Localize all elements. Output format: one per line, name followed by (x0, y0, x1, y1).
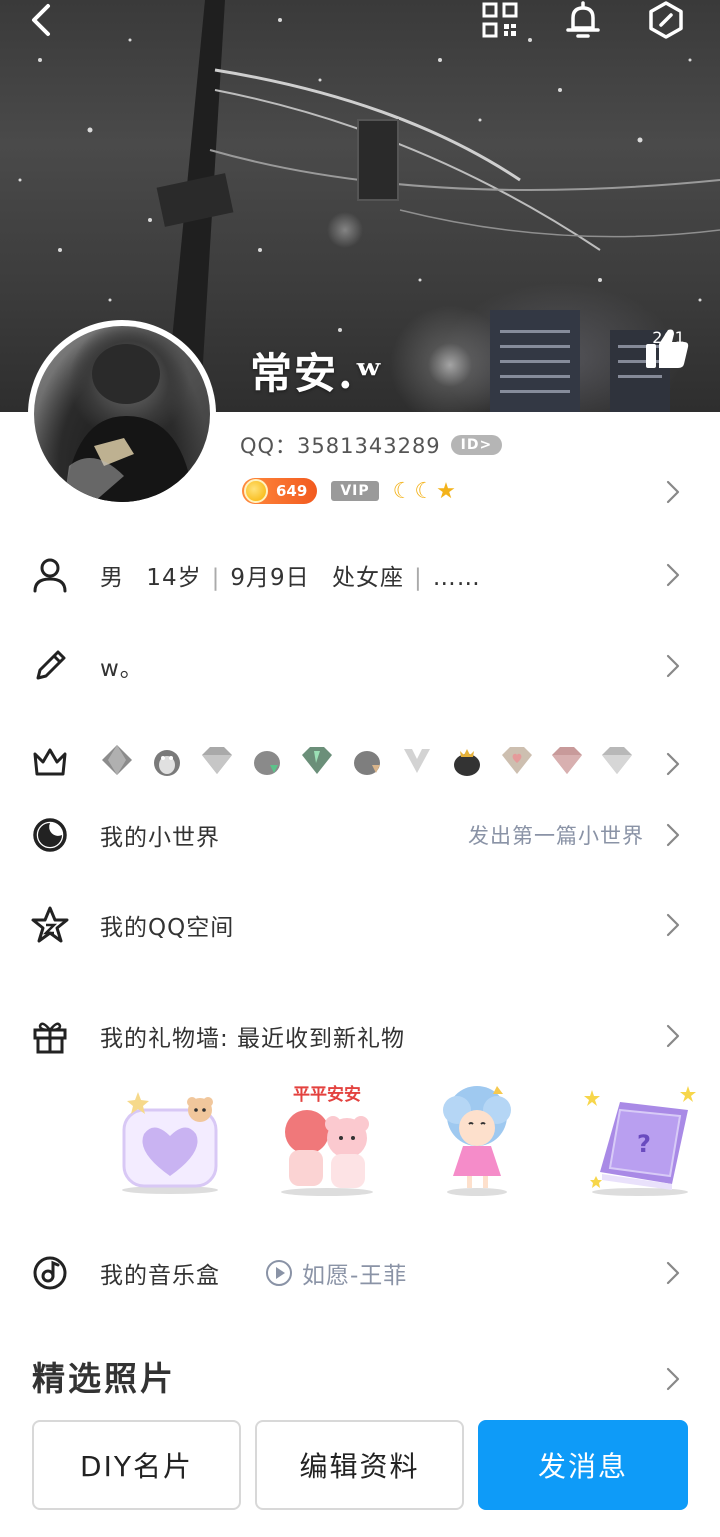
basic-info-row[interactable]: 男 14岁 | 9月9日 处女座 |…… (0, 545, 720, 605)
zodiac: 处女座 (331, 565, 404, 591)
gender: 男 (100, 565, 124, 591)
basic-info: 男 14岁 | 9月9日 处女座 |…… (100, 565, 481, 591)
music-disc-icon (33, 1256, 67, 1290)
gift-wall-row[interactable]: 我的礼物墙: 最近收到新礼物 (0, 1006, 720, 1066)
svg-text:?: ? (637, 1130, 651, 1158)
avatar-photo (64, 344, 194, 502)
gift-blue-hair-girl[interactable] (423, 1080, 543, 1200)
chevron-right-icon (666, 1261, 680, 1285)
penguin-honor-icon (154, 750, 180, 776)
send-message-button[interactable]: 发消息 (478, 1420, 688, 1510)
gray-gem-penguin-honor-icon (354, 751, 380, 775)
chevron-right-icon (666, 1024, 680, 1048)
qzone-row[interactable]: 我的QQ空间 (0, 895, 720, 955)
qr-code-icon[interactable] (480, 0, 520, 40)
chevron-right-icon (666, 654, 680, 678)
signature: w。 (100, 656, 144, 682)
music-box-row[interactable]: 我的音乐盒 如愿-王菲 (0, 1243, 720, 1303)
avatar[interactable] (28, 320, 216, 508)
diamond-honor-icon (202, 747, 232, 774)
pink-diamond-honor-icon (552, 747, 582, 774)
small-world-row[interactable]: 我的小世界 发出第一篇小世界 (0, 805, 720, 865)
crown-icon (33, 748, 67, 776)
play-circle-icon (266, 1260, 292, 1286)
more-info: …… (432, 565, 481, 591)
moon-icon: ☾ (392, 478, 413, 504)
signature-row[interactable]: w。 (0, 636, 720, 696)
coin-icon (244, 479, 268, 503)
penguin-green-gem-honor-icon (254, 751, 280, 775)
music-box-label: 我的音乐盒 (100, 1263, 220, 1289)
chevron-right-icon (666, 563, 680, 587)
qzone-label: 我的QQ空间 (100, 915, 235, 941)
chevron-right-icon (666, 752, 680, 776)
pencil-icon (36, 650, 66, 680)
gift-icon (33, 1022, 67, 1054)
id-badge[interactable]: ID> (450, 435, 503, 455)
like-button[interactable]: 261 (644, 326, 694, 368)
small-world-icon (33, 818, 67, 852)
green-diamond-honor-icon (302, 747, 332, 774)
featured-photos-title[interactable]: 精选照片 (32, 1352, 176, 1400)
chevron-right-icon[interactable] (666, 480, 680, 504)
qq-number-line[interactable]: QQ：3581343289 ID> (240, 430, 503, 460)
silver-diamond-honor-icon (602, 747, 632, 774)
diy-card-button[interactable]: DIY名片 (32, 1420, 241, 1510)
moon-icon: ☾ (414, 478, 435, 504)
music-song-link[interactable]: 如愿-王菲 (264, 1256, 407, 1290)
birthday: 9月9日 (230, 565, 310, 591)
coin-value: 649 (276, 482, 308, 500)
gray-gem-honor-icon (102, 745, 132, 775)
pink-heart-diamond-honor-icon (502, 747, 532, 774)
qzone-star-icon (31, 906, 69, 943)
honors-row[interactable] (0, 730, 720, 790)
settings-hexagon-icon[interactable] (646, 0, 686, 40)
vip-badge[interactable]: VIP (331, 481, 379, 501)
bell-icon[interactable] (563, 0, 603, 40)
qq-number: QQ：3581343289 (240, 434, 441, 458)
honor-icons (98, 741, 636, 779)
gift-pingping-anan[interactable]: 平平安安 (267, 1080, 387, 1200)
white-v-honor-icon (404, 749, 430, 773)
music-song-name: 如愿-王菲 (302, 1263, 408, 1289)
person-icon (33, 558, 67, 593)
nickname: 常安.ʷ (250, 349, 385, 398)
coin-badge[interactable]: 649 (242, 478, 318, 504)
thumbs-up-icon (646, 329, 689, 368)
gift-heart-pillow-bear[interactable] (110, 1080, 230, 1200)
gift-purple-book[interactable]: ? (580, 1080, 700, 1200)
gift-pingping-text: 平平安安 (293, 1084, 361, 1105)
gift-list: 平平安安 ? (110, 1080, 700, 1200)
back-arrow-icon[interactable] (22, 0, 62, 40)
gift-wall-label: 我的礼物墙: 最近收到新礼物 (100, 1026, 406, 1052)
age: 14岁 (146, 565, 202, 591)
level-icons[interactable]: ☾ ☾ ★ (393, 479, 456, 504)
edit-profile-button[interactable]: 编辑资料 (255, 1420, 464, 1510)
small-world-hint: 发出第一篇小世界 (468, 824, 644, 848)
chevron-right-icon (666, 823, 680, 847)
crowned-penguin-honor-icon (454, 749, 480, 776)
chevron-right-icon (666, 913, 680, 937)
star-icon: ★ (436, 478, 456, 504)
badge-row[interactable]: 649 VIP ☾ ☾ ★ (242, 478, 456, 504)
small-world-label: 我的小世界 (100, 825, 220, 851)
chevron-right-icon[interactable] (666, 1367, 680, 1391)
